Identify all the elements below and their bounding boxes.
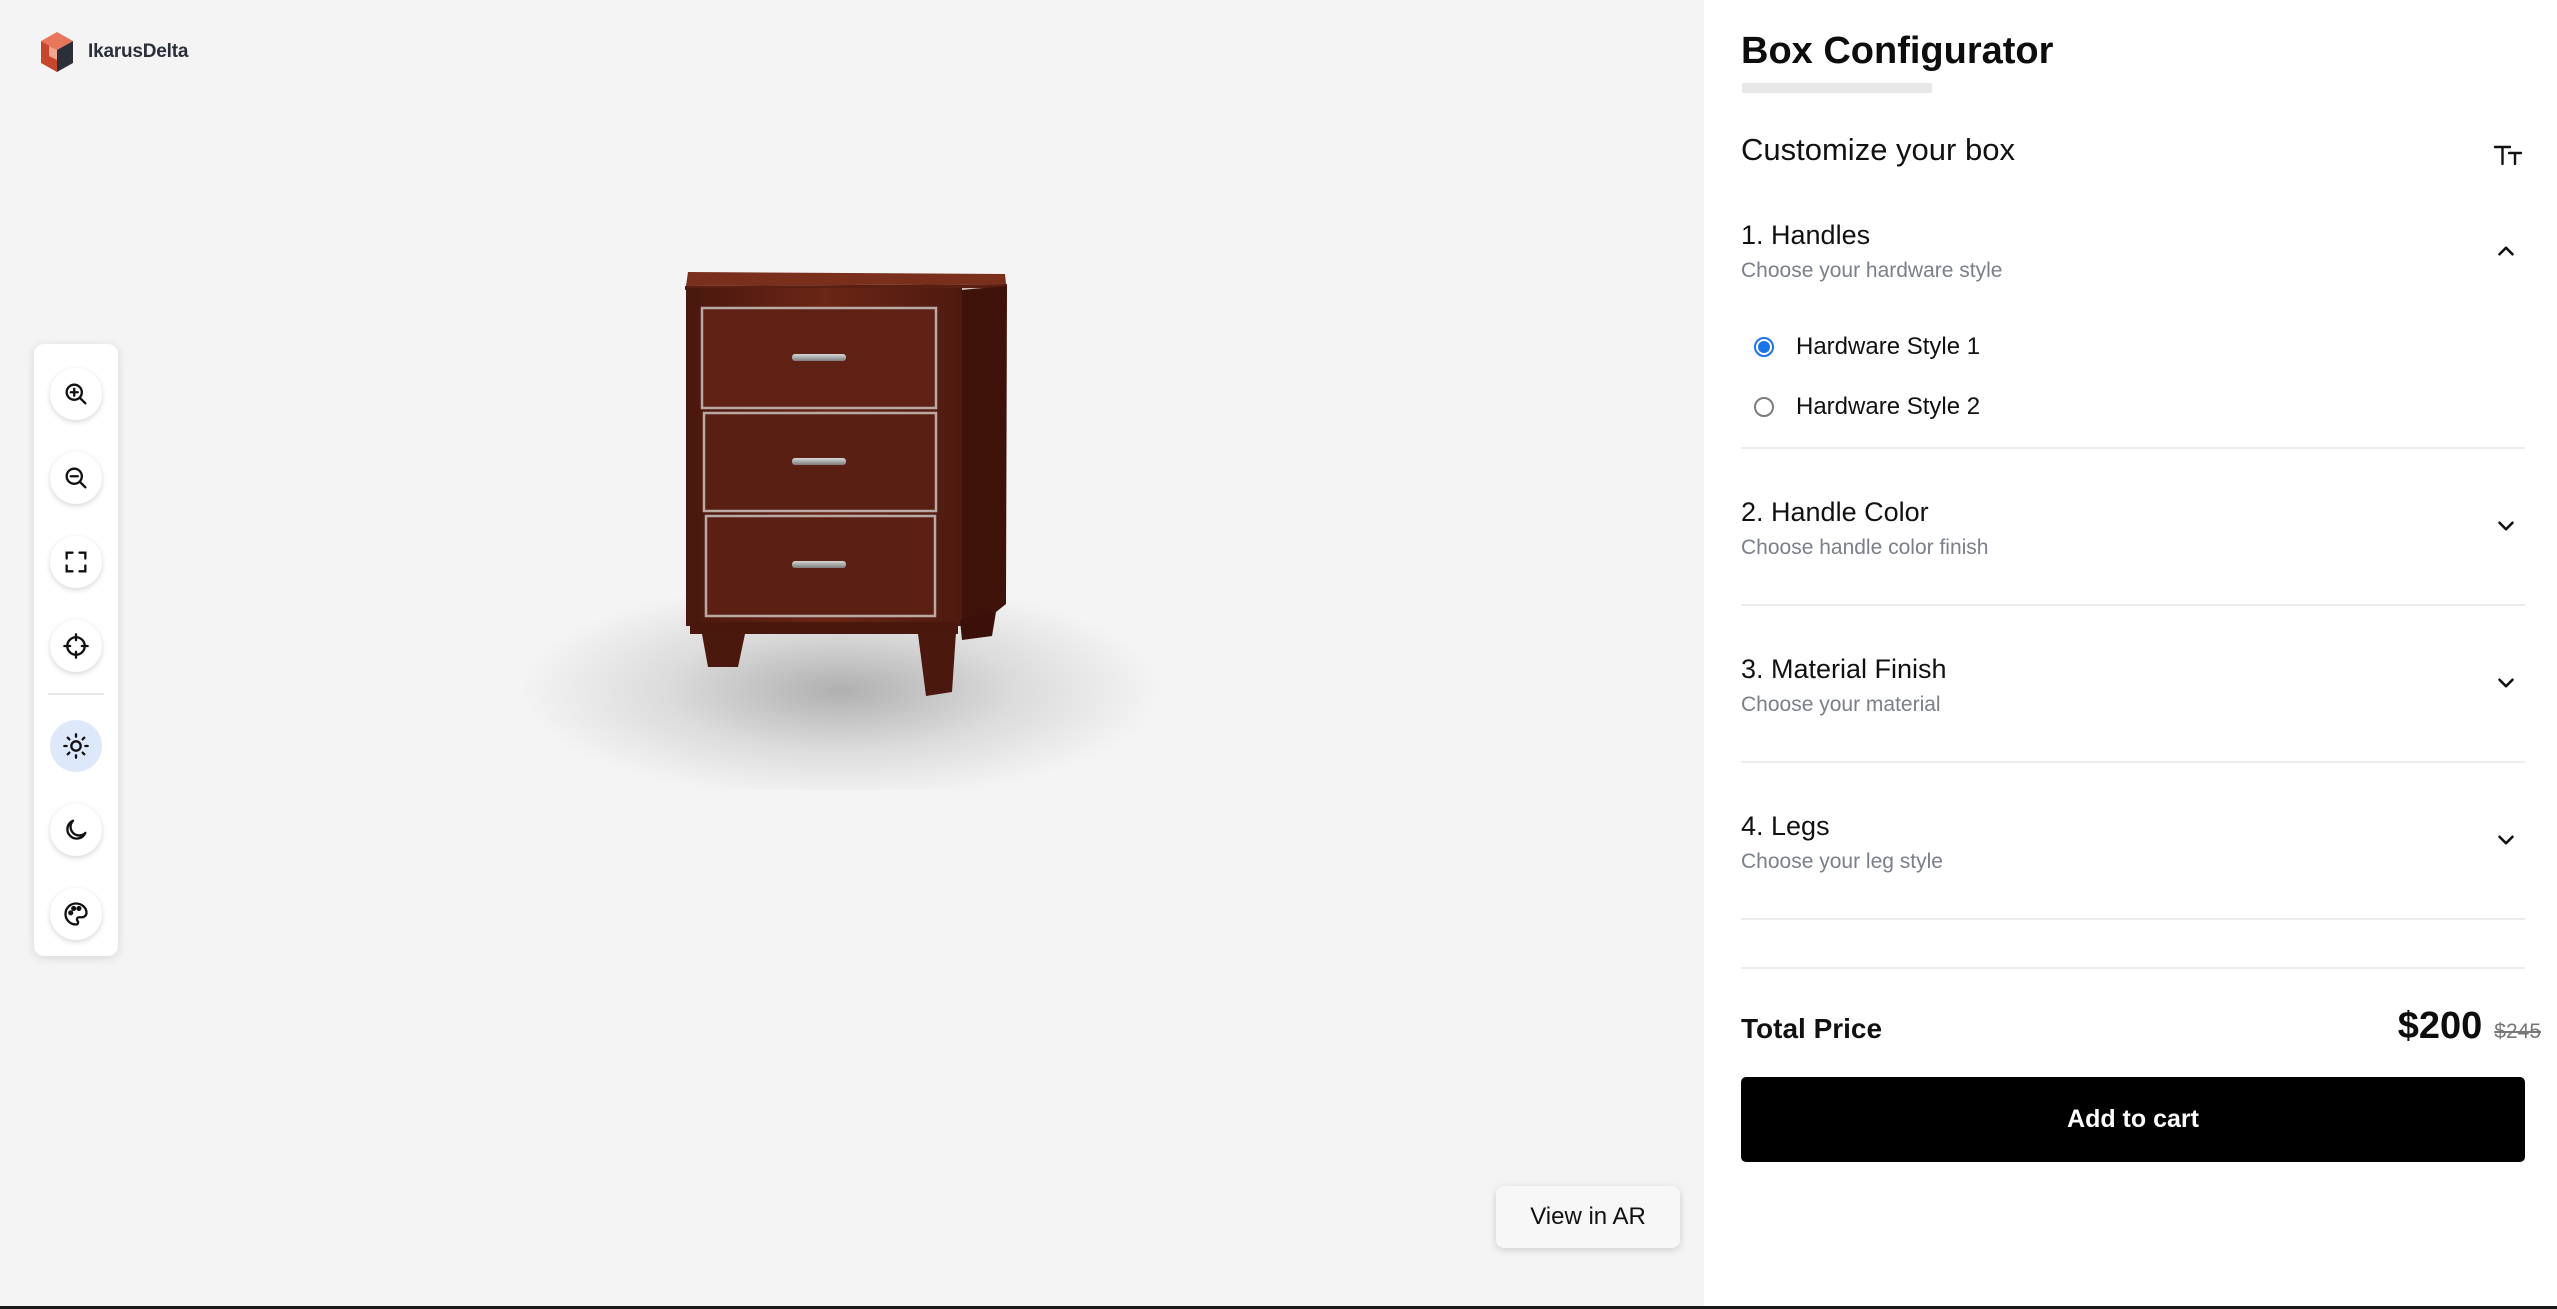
zoom-in-icon: [65, 383, 87, 405]
add-to-cart-button[interactable]: Add to cart: [1741, 1077, 2525, 1162]
total-price-label: Total Price: [1741, 1013, 1883, 1044]
text-size-button[interactable]: [2488, 134, 2528, 174]
nightstand-model[interactable]: [440, 230, 1160, 790]
zoom-out-icon: [65, 467, 87, 489]
recenter-button[interactable]: [50, 620, 102, 672]
brand-name: IkarusDelta: [88, 41, 189, 62]
3d-viewer[interactable]: IkarusDelta View in AR: [0, 0, 1704, 1306]
option-label: Hardware Style 2: [1796, 393, 1981, 420]
chevron-up-icon: [2498, 246, 2514, 256]
section-legs[interactable]: 4. Legs Choose your leg style: [1741, 811, 2523, 874]
viewer-toolbar: [34, 344, 118, 956]
section-divider: [1741, 604, 2525, 606]
section-handles[interactable]: 1. Handles Choose your hardware style: [1741, 220, 2523, 283]
radio-hardware-style-2[interactable]: [1754, 397, 1774, 417]
original-price: $245: [2494, 1020, 2541, 1043]
panel-subtitle: Customize your box: [1741, 132, 2015, 167]
dark-mode-icon: [66, 819, 87, 840]
option-label: Hardware Style 1: [1796, 333, 1981, 360]
palette-icon: [64, 902, 88, 926]
section-description: Choose your material: [1741, 693, 1941, 716]
section-divider: [1741, 447, 2525, 449]
section-material-finish[interactable]: 3. Material Finish Choose your material: [1741, 654, 2523, 717]
section-description: Choose your hardware style: [1741, 259, 2003, 282]
chevron-down-icon: [2498, 521, 2514, 531]
chevron-down-icon: [2498, 835, 2514, 845]
text-size-icon: [2493, 145, 2523, 166]
brand-logo: IkarusDelta: [38, 30, 188, 74]
dark-mode-button[interactable]: [50, 804, 102, 856]
section-divider: [1741, 761, 2525, 763]
fullscreen-button[interactable]: [50, 536, 102, 588]
section-description: Choose your leg style: [1741, 850, 1943, 873]
page-title: Box Configurator: [1741, 30, 2054, 72]
zoom-out-button[interactable]: [50, 452, 102, 504]
price-display: $200 $245: [2398, 1005, 2541, 1048]
light-mode-button[interactable]: [50, 720, 102, 772]
section-title: 1. Handles: [1741, 220, 1871, 250]
section-title: 3. Material Finish: [1741, 654, 1947, 684]
section-divider: [1741, 918, 2525, 920]
section-title: 4. Legs: [1741, 811, 1830, 841]
recenter-icon: [63, 633, 89, 659]
view-in-ar-button[interactable]: View in AR: [1496, 1186, 1680, 1248]
brand-logo-icon: [41, 32, 73, 72]
section-description: Choose handle color finish: [1741, 536, 1989, 559]
current-price: $200: [2397, 1005, 2483, 1047]
palette-button[interactable]: [50, 888, 102, 940]
option-hardware-style-1[interactable]: Hardware Style 1: [1754, 333, 1980, 361]
section-handle-color[interactable]: 2. Handle Color Choose handle color fini…: [1741, 497, 2523, 560]
option-hardware-style-2[interactable]: Hardware Style 2: [1754, 393, 1980, 421]
summary-divider: [1741, 967, 2525, 969]
zoom-in-button[interactable]: [50, 368, 102, 420]
progress-bar: [1742, 83, 1932, 93]
section-title: 2. Handle Color: [1741, 497, 1929, 527]
chevron-down-icon: [2498, 678, 2514, 688]
toolbar-divider: [48, 693, 104, 695]
radio-hardware-style-1[interactable]: [1754, 337, 1774, 357]
configurator-panel: Box Configurator Customize your box 1. H…: [1704, 0, 2557, 1306]
light-mode-icon: [63, 733, 89, 759]
fullscreen-icon: [65, 551, 87, 573]
